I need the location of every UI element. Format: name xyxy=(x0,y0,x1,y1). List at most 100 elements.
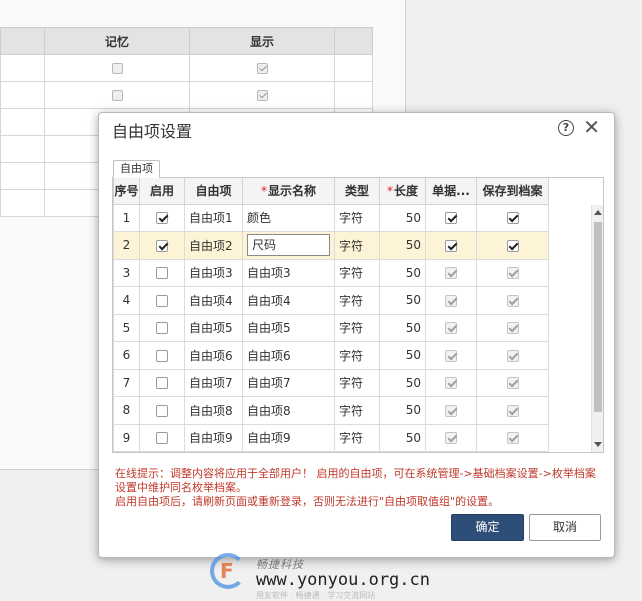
cell-enabled[interactable] xyxy=(139,203,185,232)
document-checkbox[interactable] xyxy=(445,432,457,445)
table-row[interactable]: 5 自由项5 自由项5 字符 50 xyxy=(113,313,549,342)
cell-display-name[interactable]: 自由项6 xyxy=(242,341,335,370)
cell-display-name[interactable]: 自由项8 xyxy=(242,396,335,425)
cell-type[interactable]: 字符 xyxy=(334,423,380,452)
cell-enabled[interactable] xyxy=(139,231,185,260)
cell-length[interactable]: 50 xyxy=(379,341,426,370)
document-checkbox[interactable] xyxy=(445,294,457,307)
cell-length[interactable]: 50 xyxy=(379,396,426,425)
cell-enabled[interactable] xyxy=(139,313,185,342)
cell-length[interactable]: 50 xyxy=(379,231,426,260)
cell-save-to-archive[interactable] xyxy=(476,286,549,315)
cell-document[interactable] xyxy=(425,203,477,232)
cell-enabled[interactable] xyxy=(139,396,185,425)
document-checkbox[interactable] xyxy=(445,212,457,225)
cell-display-name[interactable]: 自由项7 xyxy=(242,368,335,397)
cell-enabled[interactable] xyxy=(139,423,185,452)
cell-document[interactable] xyxy=(425,423,477,452)
save-to-archive-checkbox[interactable] xyxy=(506,377,519,390)
cell-save-to-archive[interactable] xyxy=(476,423,549,452)
table-row[interactable]: 6 自由项6 自由项6 字符 50 xyxy=(113,341,549,370)
scroll-up-icon[interactable] xyxy=(594,210,602,215)
cell-document[interactable] xyxy=(425,368,477,397)
cell-save-to-archive[interactable] xyxy=(476,203,549,232)
enabled-checkbox[interactable] xyxy=(156,377,168,390)
cell-type[interactable]: 字符 xyxy=(334,313,380,342)
cell-type[interactable]: 字符 xyxy=(334,258,380,287)
help-icon[interactable]: ? xyxy=(558,120,574,136)
save-to-archive-checkbox[interactable] xyxy=(506,267,519,280)
close-icon[interactable]: ✕ xyxy=(583,116,600,138)
cell-length[interactable]: 50 xyxy=(379,258,426,287)
cell-save-to-archive[interactable] xyxy=(476,368,549,397)
cell-save-to-archive[interactable] xyxy=(476,396,549,425)
table-row[interactable]: 9 自由项9 自由项9 字符 50 xyxy=(113,423,549,452)
cell-display-name[interactable]: 自由项3 xyxy=(242,258,335,287)
cell-save-to-archive[interactable] xyxy=(476,313,549,342)
document-checkbox[interactable] xyxy=(445,377,457,390)
cell-enabled[interactable] xyxy=(139,258,185,287)
cell-type[interactable]: 字符 xyxy=(334,396,380,425)
save-to-archive-checkbox[interactable] xyxy=(506,212,519,225)
cell-length[interactable]: 50 xyxy=(379,313,426,342)
cell-document[interactable] xyxy=(425,341,477,370)
save-to-archive-checkbox[interactable] xyxy=(506,294,519,307)
cell-save-to-archive[interactable] xyxy=(476,341,549,370)
cell-save-to-archive[interactable] xyxy=(476,258,549,287)
cell-document[interactable] xyxy=(425,396,477,425)
save-to-archive-checkbox[interactable] xyxy=(506,322,519,335)
enabled-checkbox[interactable] xyxy=(156,432,168,445)
cell-document[interactable] xyxy=(425,231,477,260)
cell-enabled[interactable] xyxy=(139,341,185,370)
cell-type[interactable]: 字符 xyxy=(334,341,380,370)
display-name-input[interactable]: 尺码 xyxy=(247,234,330,257)
cell-type[interactable]: 字符 xyxy=(334,286,380,315)
cell-display-name[interactable]: 自由项5 xyxy=(242,313,335,342)
save-to-archive-checkbox[interactable] xyxy=(506,239,519,252)
cell-display-name[interactable]: 自由项9 xyxy=(242,423,335,452)
cell-save-to-archive[interactable] xyxy=(476,231,549,260)
enabled-checkbox[interactable] xyxy=(156,349,168,362)
cell-length[interactable]: 50 xyxy=(379,286,426,315)
cell-display-name[interactable]: 颜色 xyxy=(242,203,335,232)
document-checkbox[interactable] xyxy=(445,322,457,335)
table-row[interactable]: 1 自由项1 颜色 字符 50 xyxy=(113,203,549,232)
enabled-checkbox[interactable] xyxy=(156,404,168,417)
enabled-checkbox[interactable] xyxy=(156,239,168,252)
enabled-checkbox[interactable] xyxy=(156,267,168,280)
cell-length[interactable]: 50 xyxy=(379,423,426,452)
cell-enabled[interactable] xyxy=(139,368,185,397)
document-checkbox[interactable] xyxy=(445,239,457,252)
table-row[interactable]: 4 自由项4 自由项4 字符 50 xyxy=(113,286,549,315)
enabled-checkbox[interactable] xyxy=(156,322,168,335)
scroll-thumb[interactable] xyxy=(594,222,602,412)
enabled-checkbox[interactable] xyxy=(156,212,168,225)
table-row[interactable]: 2 自由项2 尺码 字符 50 xyxy=(113,231,549,260)
grid-vertical-scrollbar[interactable] xyxy=(591,205,603,452)
cell-document[interactable] xyxy=(425,313,477,342)
cell-document[interactable] xyxy=(425,286,477,315)
tab-free-item[interactable]: 自由项 xyxy=(113,160,160,178)
cell-display-name[interactable]: 自由项4 xyxy=(242,286,335,315)
enabled-checkbox[interactable] xyxy=(156,294,168,307)
save-to-archive-checkbox[interactable] xyxy=(506,404,519,417)
save-to-archive-checkbox[interactable] xyxy=(506,349,519,362)
scroll-down-icon[interactable] xyxy=(594,442,602,447)
cell-display-name[interactable]: 尺码 xyxy=(242,231,335,260)
table-row[interactable]: 7 自由项7 自由项7 字符 50 xyxy=(113,368,549,397)
cell-type[interactable]: 字符 xyxy=(334,203,380,232)
save-to-archive-checkbox[interactable] xyxy=(506,432,519,445)
document-checkbox[interactable] xyxy=(445,267,457,280)
table-row[interactable]: 3 自由项3 自由项3 字符 50 xyxy=(113,258,549,287)
cell-length[interactable]: 50 xyxy=(379,368,426,397)
table-row[interactable]: 8 自由项8 自由项8 字符 50 xyxy=(113,396,549,425)
cell-type[interactable]: 字符 xyxy=(334,231,380,260)
document-checkbox[interactable] xyxy=(445,404,457,417)
cell-document[interactable] xyxy=(425,258,477,287)
cell-enabled[interactable] xyxy=(139,286,185,315)
cell-type[interactable]: 字符 xyxy=(334,368,380,397)
ok-button[interactable]: 确定 xyxy=(451,514,524,541)
document-checkbox[interactable] xyxy=(445,349,457,362)
cancel-button[interactable]: 取消 xyxy=(529,514,601,541)
cell-length[interactable]: 50 xyxy=(379,203,426,232)
